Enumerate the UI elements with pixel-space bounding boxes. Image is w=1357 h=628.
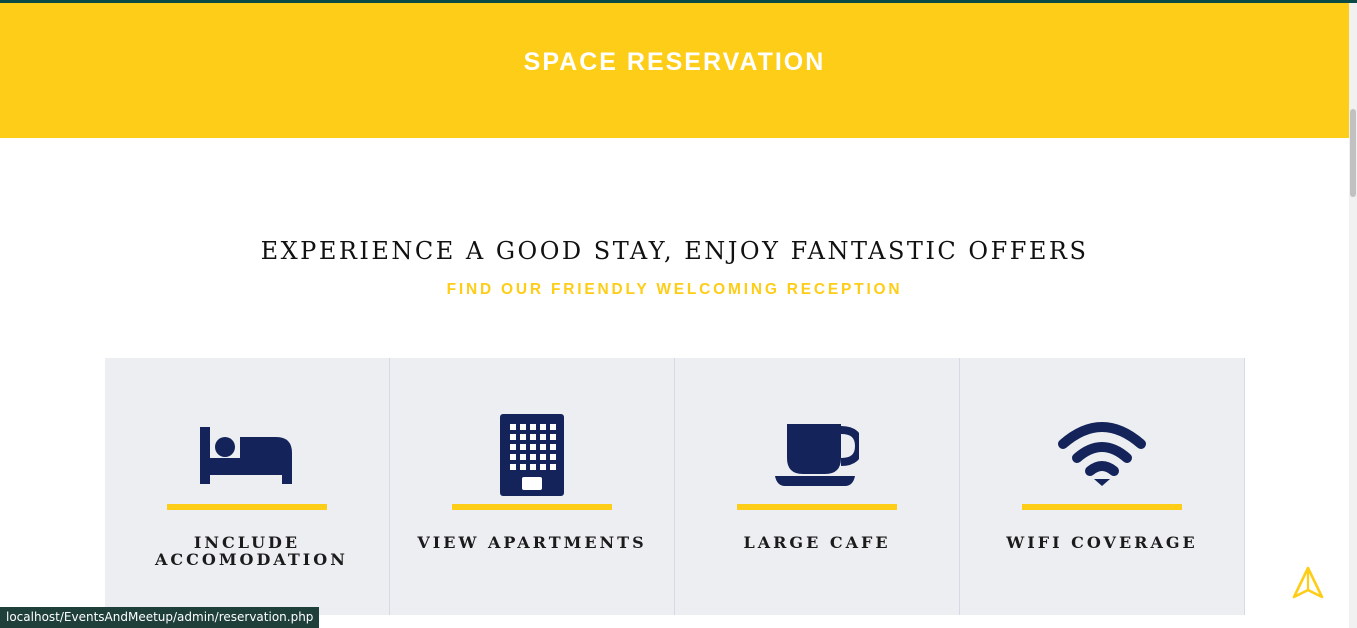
feature-divider bbox=[452, 504, 612, 510]
section-subheadline: FIND OUR FRIENDLY WELCOMING RECEPTION bbox=[446, 281, 903, 298]
page-title: SPACE RESERVATION bbox=[523, 48, 826, 76]
feature-accommodation[interactable]: INCLUDE ACCOMODATION bbox=[105, 358, 390, 615]
feature-label: LARGE CAFE bbox=[743, 533, 891, 552]
bed-icon bbox=[105, 410, 389, 500]
feature-divider bbox=[737, 504, 897, 510]
feature-label: WIFI COVERAGE bbox=[1006, 533, 1198, 552]
feature-divider bbox=[1022, 504, 1182, 510]
scrollbar[interactable] bbox=[1349, 3, 1357, 628]
feature-label: VIEW APARTMENTS bbox=[417, 533, 647, 552]
feature-apartments[interactable]: VIEW APARTMENTS bbox=[390, 358, 675, 615]
feature-wifi[interactable]: WIFI COVERAGE bbox=[960, 358, 1244, 615]
features-grid: INCLUDE ACCOMODATION VIEW APARTMENTS LAR… bbox=[105, 358, 1245, 615]
scrollbar-thumb[interactable] bbox=[1350, 109, 1356, 197]
section-headline: EXPERIENCE A GOOD STAY, ENJOY FANTASTIC … bbox=[260, 237, 1089, 265]
feature-cafe[interactable]: LARGE CAFE bbox=[675, 358, 960, 615]
building-icon bbox=[390, 410, 674, 500]
wifi-icon bbox=[960, 410, 1244, 500]
page-header: SPACE RESERVATION bbox=[0, 3, 1349, 138]
feature-label: INCLUDE ACCOMODATION bbox=[155, 533, 348, 569]
status-bar-url: localhost/EventsAndMeetup/admin/reservat… bbox=[0, 607, 320, 628]
coffee-cup-icon bbox=[675, 410, 959, 500]
navigation-arrow-icon[interactable] bbox=[1290, 565, 1326, 601]
feature-divider bbox=[167, 504, 327, 510]
